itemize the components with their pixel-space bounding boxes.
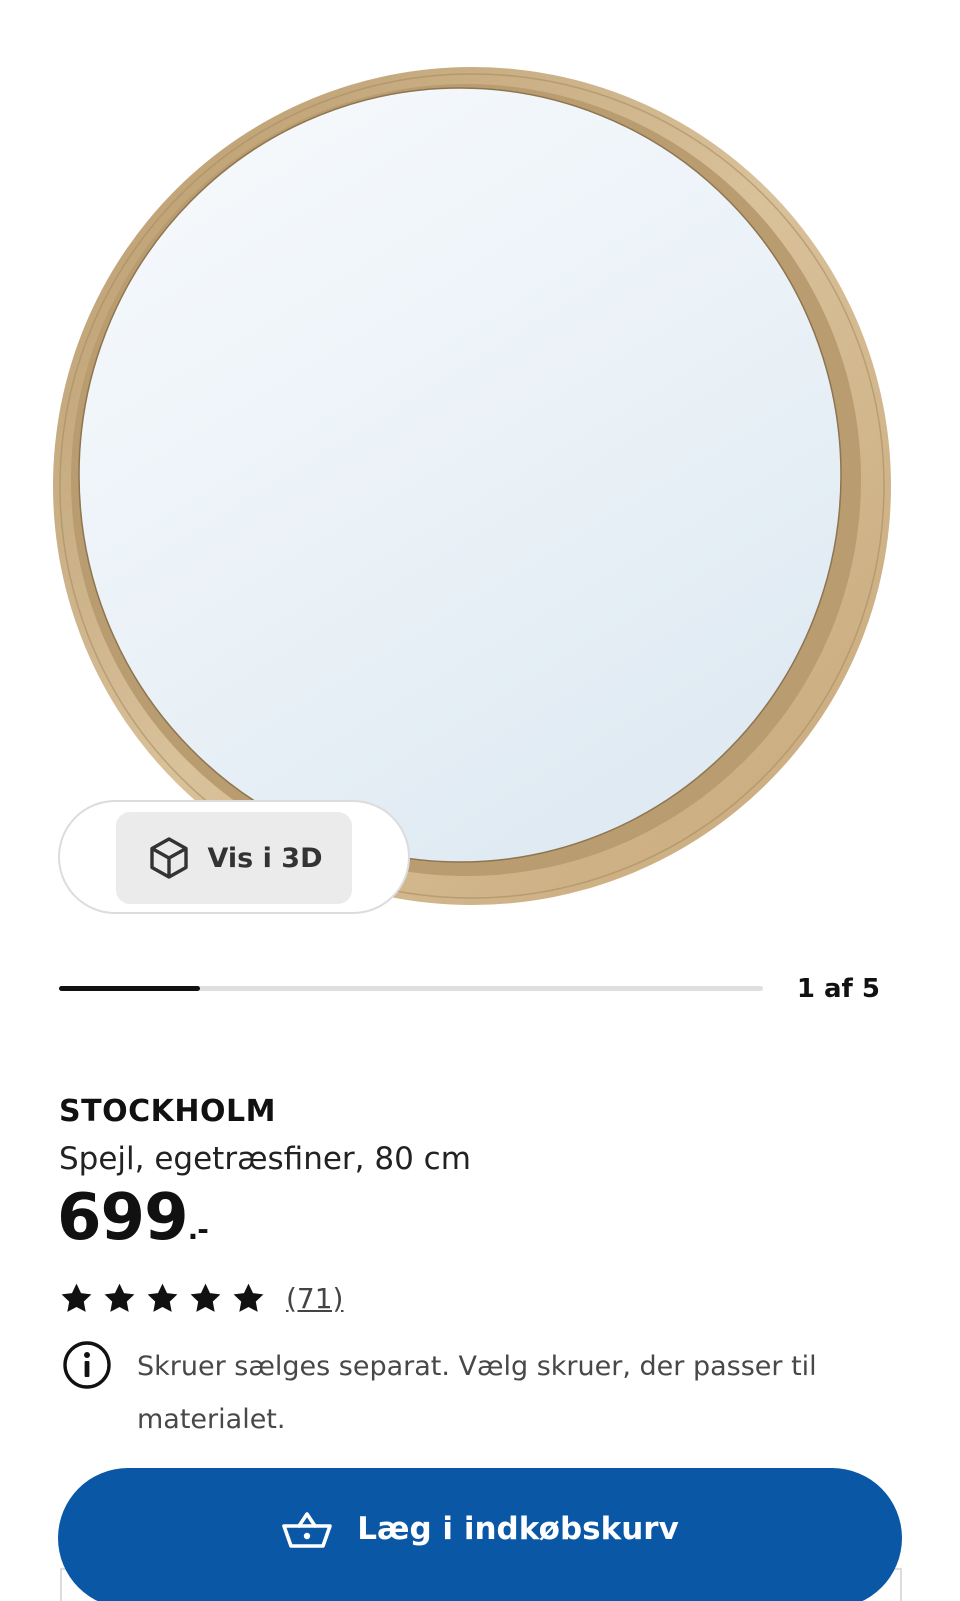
star-icon <box>233 1283 264 1312</box>
screws-notice-text: Skruer sælges separat. Vælg skruer, der … <box>137 1351 817 1435</box>
gallery-progress-fill <box>59 986 200 991</box>
star-icon <box>147 1283 178 1312</box>
gallery-progress-bar <box>59 986 763 991</box>
gallery-page-counter: 1 af 5 <box>796 974 880 1004</box>
product-price: 699.- <box>57 1186 209 1250</box>
product-description: Spejl, egetræsfiner, 80 cm <box>59 1141 471 1177</box>
rating-stars <box>59 1281 266 1316</box>
cube-3d-icon <box>150 837 189 879</box>
star-icon <box>61 1283 92 1312</box>
view-3d-container: Vis i 3D <box>58 800 410 914</box>
view-3d-button[interactable]: Vis i 3D <box>116 812 352 904</box>
price-suffix: .- <box>187 1213 209 1246</box>
star-icon <box>104 1283 135 1312</box>
product-name: STOCKHOLM <box>59 1094 276 1129</box>
basket-icon <box>282 1512 333 1548</box>
product-image-mirror <box>53 67 891 905</box>
star-icon <box>190 1283 221 1312</box>
add-to-cart-button[interactable]: Læg i indkøbskurv <box>58 1468 902 1601</box>
add-to-cart-label: Læg i indkøbskurv <box>357 1511 679 1547</box>
review-count-link[interactable]: (71) <box>286 1282 343 1315</box>
info-icon <box>63 1341 111 1389</box>
product-image-gallery[interactable]: Vis i 3D <box>0 0 960 940</box>
product-rating[interactable]: (71) <box>59 1278 343 1318</box>
view-3d-label: Vis i 3D <box>207 842 323 874</box>
price-value: 699 <box>57 1181 189 1255</box>
